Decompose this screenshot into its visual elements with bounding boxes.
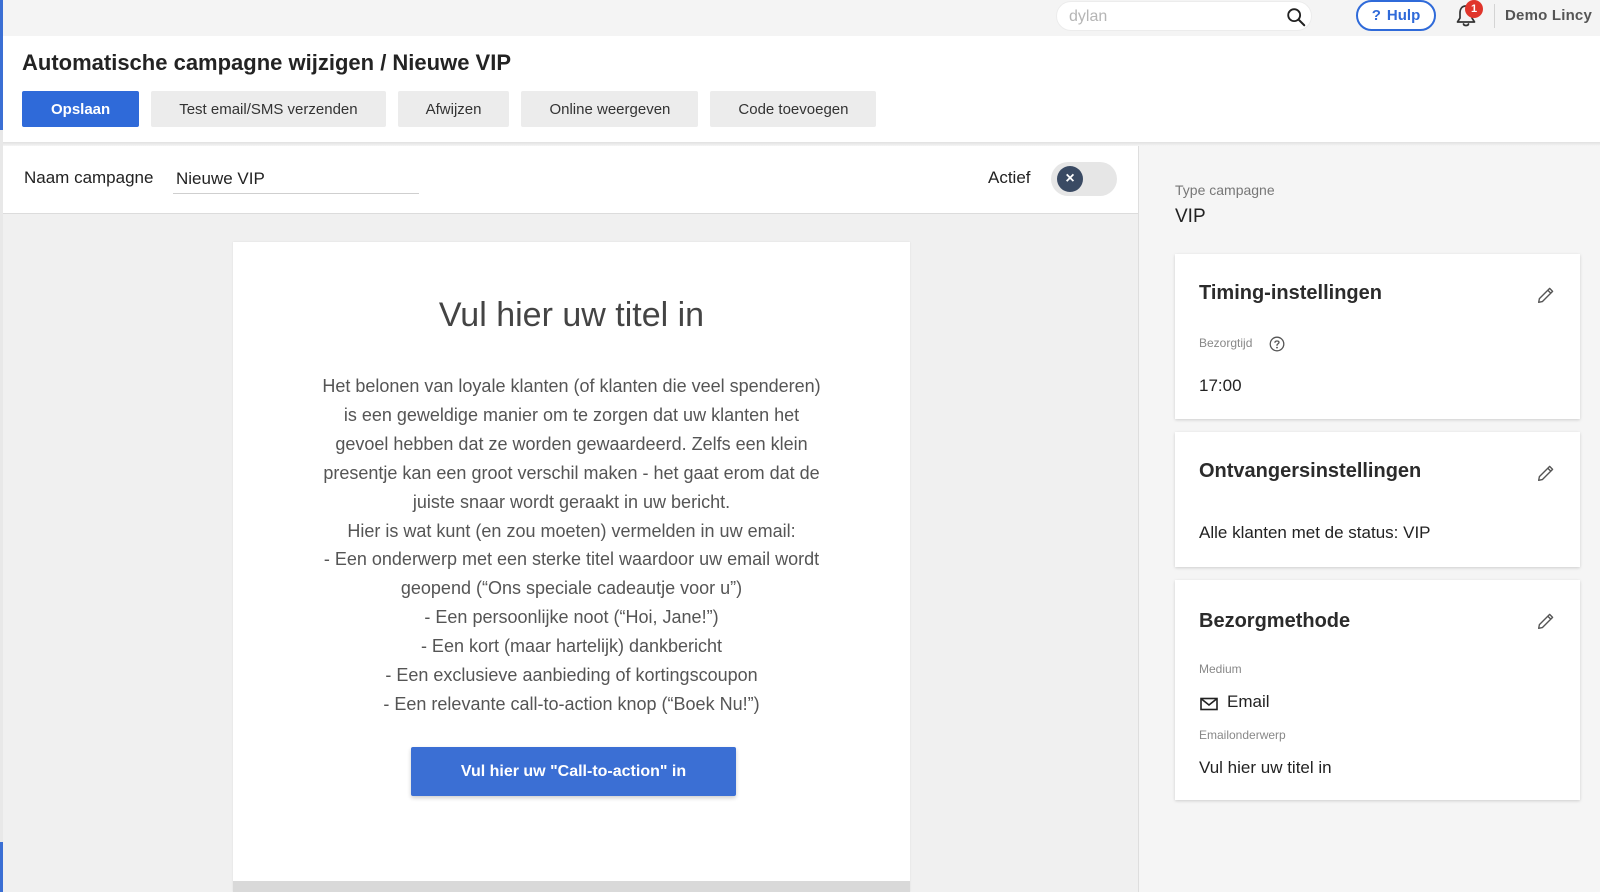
campaign-name-row: Naam campagne Actief ×	[3, 146, 1138, 214]
help-button[interactable]: ? Hulp	[1356, 0, 1436, 31]
medium-value: Email	[1227, 692, 1270, 711]
help-icon: ?	[1371, 7, 1381, 24]
email-card-footer	[233, 881, 910, 892]
email-title[interactable]: Vul hier uw titel in	[233, 296, 910, 335]
email-body[interactable]: Het belonen van loyale klanten (of klant…	[293, 372, 850, 719]
email-body-line: - Een relevante call-to-action knop (“Bo…	[383, 693, 760, 714]
delivery-method-title: Bezorgmethode	[1199, 610, 1351, 632]
call-to-action-button[interactable]: Vul hier uw "Call-to-action" in	[411, 747, 736, 796]
recipients-title: Ontvangersinstellingen	[1199, 460, 1422, 482]
pencil-icon[interactable]	[1535, 610, 1557, 632]
email-body-line: gevoel hebben dat ze worden gewaardeerd.…	[335, 433, 808, 454]
email-body-line: Het belonen van loyale klanten (of klant…	[322, 376, 821, 396]
search-box[interactable]	[1056, 1, 1312, 31]
campaign-name-label: Naam campagne	[24, 168, 154, 187]
medium-label: Medium	[1199, 662, 1242, 676]
email-body-line: geopend (“Ons speciale cadeautje voor u”…	[400, 578, 743, 599]
recipients-card: Ontvangersinstellingen Alle klanten met …	[1175, 432, 1580, 567]
recipients-value: Alle klanten met de status: VIP	[1199, 523, 1431, 542]
question-circle-icon[interactable]	[1269, 336, 1285, 352]
email-body-line: - Een exclusieve aanbieding of kortingsc…	[385, 665, 758, 686]
help-button-label: Hulp	[1386, 7, 1421, 24]
email-preview[interactable]: Vul hier uw titel in Het belonen van loy…	[233, 242, 910, 892]
pencil-icon[interactable]	[1535, 462, 1557, 484]
email-body-line: juiste snaar wordt geraakt in uw bericht…	[412, 491, 731, 512]
email-subject-value: Vul hier uw titel in	[1199, 758, 1332, 777]
campaign-type-label: Type campagne	[1175, 182, 1275, 198]
pencil-icon[interactable]	[1535, 284, 1557, 306]
mail-icon	[1200, 697, 1218, 711]
search-input[interactable]	[1069, 6, 1269, 28]
campaign-type-value: VIP	[1175, 206, 1206, 227]
user-menu[interactable]: Demo Lincy	[1505, 7, 1592, 24]
page-title: Automatische campagne wijzigen / Nieuwe …	[22, 50, 512, 75]
email-body-line: Hier is wat kunt (en zou moeten) vermeld…	[347, 520, 796, 541]
view-online-button[interactable]: Online weergeven	[521, 91, 699, 127]
email-body-line: is een geweldige manier om te zorgen dat…	[343, 404, 800, 425]
active-label: Actief	[988, 168, 1031, 187]
delivery-time-value: 17:00	[1199, 376, 1242, 395]
email-body-line: - Een persoonlijke noot (“Hoi, Jane!”)	[424, 607, 719, 628]
email-body-line: - Een onderwerp met een sterke titel waa…	[323, 549, 820, 570]
timing-title: Timing-instellingen	[1199, 282, 1382, 304]
active-toggle[interactable]: ×	[1051, 162, 1117, 196]
delivery-time-label: Bezorgtijd	[1199, 336, 1253, 350]
email-body-line: - Een kort (maar hartelijk) dankbericht	[420, 636, 723, 657]
reject-button[interactable]: Afwijzen	[397, 91, 510, 127]
save-button[interactable]: Opslaan	[22, 91, 140, 127]
campaign-name-input[interactable]	[173, 164, 419, 194]
topbar-divider	[1494, 4, 1495, 28]
timing-card: Timing-instellingen Bezorgtijd 17:00	[1175, 254, 1580, 419]
search-icon[interactable]	[1285, 6, 1307, 28]
email-body-line: presentje kan een groot verschil maken -…	[323, 462, 820, 483]
email-subject-label: Emailonderwerp	[1199, 728, 1286, 742]
add-code-button[interactable]: Code toevoegen	[710, 91, 877, 127]
close-icon: ×	[1057, 166, 1083, 192]
test-send-button[interactable]: Test email/SMS verzenden	[151, 91, 386, 127]
notification-badge: 1	[1465, 0, 1483, 18]
delivery-method-card: Bezorgmethode Medium Email Emailonderwer…	[1175, 580, 1580, 800]
settings-panel: Type campagne VIP Timing-instellingen Be…	[1138, 146, 1600, 892]
toolbar: Opslaan Test email/SMS verzenden Afwijze…	[22, 91, 877, 127]
editor-area: Naam campagne Actief × Vul hier uw titel…	[3, 146, 1138, 892]
